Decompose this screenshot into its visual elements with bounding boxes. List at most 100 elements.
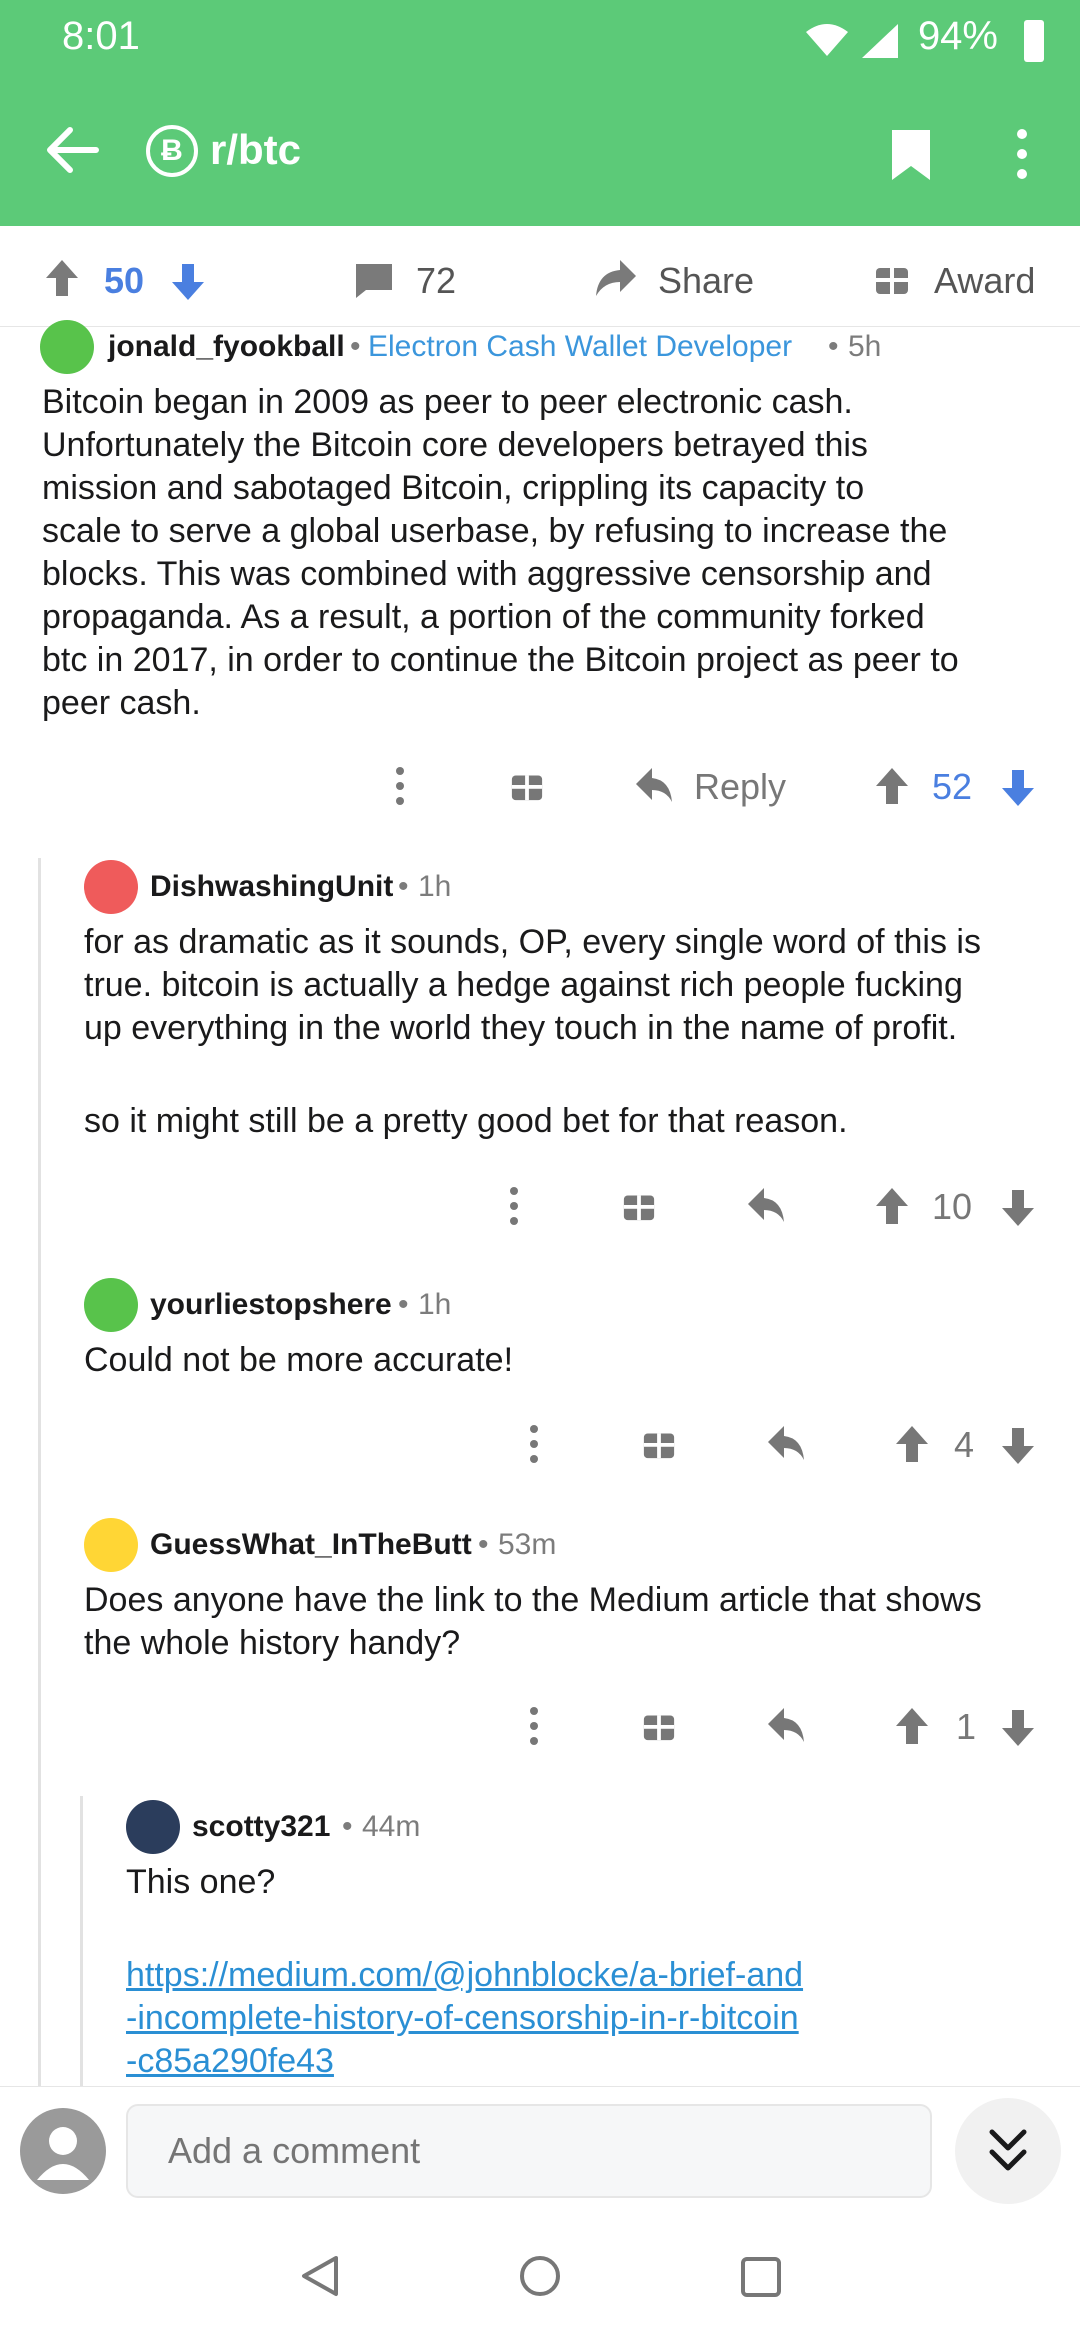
- award-icon[interactable]: [642, 1708, 676, 1742]
- link-line[interactable]: https://medium.com/@johnblocke/a-brief-a…: [126, 1954, 1066, 1997]
- bookmark-icon[interactable]: [888, 128, 934, 182]
- double-chevron-down-icon[interactable]: [988, 2128, 1028, 2174]
- separator-dot: •: [828, 330, 839, 363]
- comment-line: Bitcoin began in 2009 as peer to peer el…: [42, 383, 853, 421]
- battery-level: 94%: [917, 14, 998, 58]
- nav-recents-icon[interactable]: [740, 2256, 782, 2298]
- user-avatar-icon[interactable]: [20, 2108, 106, 2194]
- separator-dot: •: [398, 870, 409, 903]
- comment-line: This one?: [126, 1863, 276, 1901]
- separator-dot: •: [398, 1288, 409, 1321]
- link-line[interactable]: -c85a290fe43: [126, 2040, 1066, 2083]
- downvote-icon[interactable]: [1000, 1188, 1036, 1228]
- separator-dot: •: [478, 1528, 489, 1561]
- avatar[interactable]: [84, 1518, 138, 1572]
- comment-age: 1h: [418, 870, 452, 903]
- more-options-icon[interactable]: [506, 1186, 522, 1226]
- downvote-icon[interactable]: [1000, 768, 1036, 808]
- comment-count[interactable]: 72: [416, 260, 456, 302]
- thread-line[interactable]: [38, 858, 41, 2086]
- nav-home-icon[interactable]: [518, 2254, 562, 2298]
- subreddit-title[interactable]: r/btc: [210, 126, 301, 174]
- upvote-icon[interactable]: [874, 1186, 910, 1226]
- award-icon[interactable]: [874, 260, 910, 296]
- comment-line: peer cash.: [42, 684, 201, 722]
- user-flair: Electron Cash Wallet Developer: [368, 330, 793, 363]
- comment-score: 4: [954, 1424, 975, 1465]
- separator-dot: •: [342, 1810, 353, 1843]
- comment-line: propaganda. As a result, a portion of th…: [42, 598, 925, 636]
- comment-line: blocks. This was combined with aggressiv…: [42, 555, 932, 593]
- comment-line: Does anyone have the link to the Medium …: [84, 1581, 982, 1619]
- subreddit-icon: Ƀ: [146, 125, 198, 177]
- award-button[interactable]: Award: [934, 260, 1035, 302]
- status-time: 8:01: [62, 14, 140, 58]
- comment-body: for as dramatic as it sounds, OP, every …: [84, 921, 1064, 1143]
- link-line[interactable]: -incomplete-history-of-censorship-in-r-b…: [126, 1997, 1066, 2040]
- downvote-icon[interactable]: [170, 262, 206, 302]
- avatar[interactable]: [40, 320, 94, 374]
- add-comment-input[interactable]: [126, 2104, 932, 2198]
- comment-icon[interactable]: [354, 262, 394, 300]
- reply-button[interactable]: Reply: [694, 766, 786, 808]
- comment-author[interactable]: yourliestopshere: [150, 1288, 392, 1322]
- comment-author[interactable]: jonald_fyookball: [108, 330, 345, 364]
- comment-age: 53m: [498, 1528, 557, 1561]
- more-options-icon[interactable]: [526, 1424, 542, 1464]
- comment-line: up everything in the world they touch in…: [84, 1009, 958, 1047]
- comment-score: 10: [932, 1186, 973, 1227]
- comment-body: Could not be more accurate!: [84, 1339, 1064, 1382]
- upvote-icon[interactable]: [44, 258, 80, 298]
- comment-line: Unfortunately the Bitcoin core developer…: [42, 426, 868, 464]
- comment-age: 44m: [362, 1810, 421, 1843]
- nav-back-icon[interactable]: [298, 2254, 342, 2298]
- reply-icon[interactable]: [746, 1186, 786, 1224]
- avatar[interactable]: [126, 1800, 180, 1854]
- comment-link[interactable]: https://medium.com/@johnblocke/a-brief-a…: [126, 1954, 1066, 2083]
- comment-line: btc in 2017, in order to continue the Bi…: [42, 641, 959, 679]
- comment-line: mission and sabotaged Bitcoin, crippling…: [42, 469, 865, 507]
- post-score: 50: [104, 260, 145, 301]
- back-arrow-icon[interactable]: [44, 124, 100, 176]
- more-options-icon[interactable]: [526, 1706, 542, 1746]
- comment-line: true. bitcoin is actually a hedge agains…: [84, 966, 963, 1004]
- comment-author[interactable]: DishwashingUnit: [150, 870, 393, 904]
- comment-body: Does anyone have the link to the Medium …: [84, 1579, 1064, 1665]
- avatar[interactable]: [84, 860, 138, 914]
- comment-author[interactable]: scotty321: [192, 1810, 330, 1844]
- battery-icon: [1024, 20, 1044, 62]
- wifi-icon: [806, 24, 848, 56]
- reply-icon[interactable]: [766, 1706, 806, 1744]
- comment-body: This one?: [126, 1861, 1066, 1904]
- upvote-icon[interactable]: [894, 1424, 930, 1464]
- award-icon[interactable]: [622, 1188, 656, 1222]
- upvote-icon[interactable]: [894, 1706, 930, 1746]
- reply-icon[interactable]: [634, 766, 674, 804]
- downvote-icon[interactable]: [1000, 1426, 1036, 1466]
- share-button[interactable]: Share: [658, 260, 754, 302]
- comment-age: 5h: [848, 330, 882, 363]
- comment-body: Bitcoin began in 2009 as peer to peer el…: [42, 381, 1052, 725]
- signal-icon: [862, 24, 898, 58]
- thread-line[interactable]: [80, 1796, 83, 2086]
- upvote-icon[interactable]: [874, 766, 910, 806]
- separator-dot: •: [350, 330, 361, 363]
- comment-line: for as dramatic as it sounds, OP, every …: [84, 923, 981, 961]
- comment-author[interactable]: GuessWhat_InTheButt: [150, 1528, 472, 1562]
- reply-icon[interactable]: [766, 1424, 806, 1462]
- post-action-bar: [0, 226, 1080, 327]
- more-options-icon[interactable]: [392, 766, 408, 806]
- more-options-icon[interactable]: [1012, 128, 1032, 180]
- comment-line: Could not be more accurate!: [84, 1341, 514, 1379]
- share-icon[interactable]: [594, 258, 638, 298]
- avatar[interactable]: [84, 1278, 138, 1332]
- comment-age: 1h: [418, 1288, 452, 1321]
- comment-line: scale to serve a global userbase, by ref…: [42, 512, 948, 550]
- award-icon[interactable]: [642, 1426, 676, 1460]
- comment-line: the whole history handy?: [84, 1624, 461, 1662]
- downvote-icon[interactable]: [1000, 1708, 1036, 1748]
- comment-score: 1: [956, 1706, 977, 1747]
- comment-score: 52: [932, 766, 973, 807]
- award-icon[interactable]: [510, 768, 544, 802]
